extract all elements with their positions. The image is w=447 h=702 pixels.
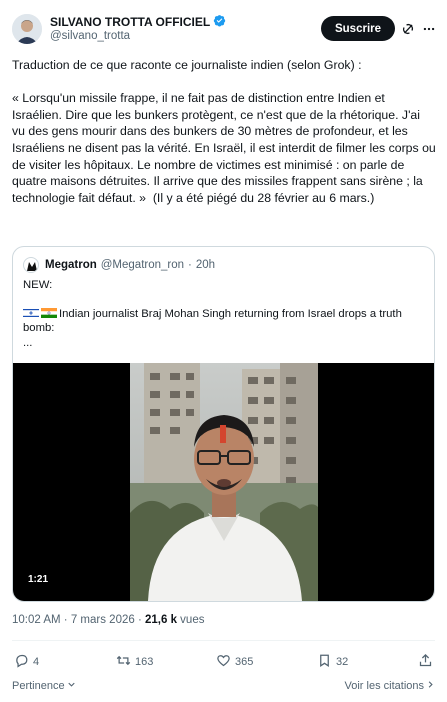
- reply-button[interactable]: 4: [14, 653, 39, 671]
- view-quotes-label: Voir les citations: [344, 680, 424, 692]
- follow-button[interactable]: Suscrire: [321, 16, 395, 41]
- like-button[interactable]: 365: [216, 653, 253, 671]
- israel-flag-icon: [23, 307, 39, 318]
- quoted-tweet-header: Megatron @Megatron_ron · 20h: [23, 257, 215, 273]
- divider: [12, 640, 435, 641]
- author-display-name[interactable]: SILVANO TROTTA OFFICIEL: [50, 15, 210, 29]
- quoted-time[interactable]: 20h: [196, 259, 215, 271]
- views-count: 21,6 k: [145, 614, 177, 626]
- tweet-header: SILVANO TROTTA OFFICIEL @silvano_trotta …: [12, 12, 435, 48]
- chevron-down-icon: [66, 679, 77, 693]
- grok-icon[interactable]: [401, 22, 415, 36]
- meta-dot: ·: [60, 614, 71, 626]
- action-bar: 4 163 365 32: [12, 653, 436, 671]
- meta-dot-2: ·: [134, 614, 145, 626]
- sort-dropdown[interactable]: Pertinence: [12, 679, 77, 693]
- tweet-date[interactable]: 7 mars 2026: [71, 614, 135, 626]
- bookmark-count: 32: [336, 656, 349, 668]
- repost-button[interactable]: 163: [116, 653, 153, 671]
- author-handle[interactable]: @silvano_trotta: [50, 30, 130, 42]
- author-avatar[interactable]: [12, 14, 42, 44]
- tweet-text: Traduction de ce que raconte ce journali…: [12, 58, 436, 205]
- meta-separator: ·: [188, 259, 192, 271]
- share-button[interactable]: [418, 653, 433, 671]
- video-player[interactable]: 1:21: [13, 363, 434, 601]
- share-icon: [418, 653, 433, 671]
- quoted-author-name[interactable]: Megatron: [45, 259, 97, 271]
- chevron-right-icon: [425, 679, 436, 693]
- author-name-line[interactable]: SILVANO TROTTA OFFICIEL: [50, 14, 226, 30]
- quoted-line-new: NEW:: [23, 279, 53, 291]
- bookmark-icon: [317, 653, 332, 671]
- sort-label: Pertinence: [12, 680, 65, 692]
- quoted-line-headline: Indian journalist Braj Mohan Singh retur…: [23, 307, 405, 335]
- bookmark-button[interactable]: 32: [317, 653, 348, 671]
- video-duration: 1:21: [23, 572, 54, 587]
- tweet-timestamp: 10:02 AM · 7 mars 2026 · 21,6 k vues: [12, 614, 204, 626]
- india-flag-icon: [41, 307, 57, 318]
- reply-count: 4: [33, 656, 40, 668]
- more-icon[interactable]: [422, 22, 436, 36]
- quoted-tweet[interactable]: Megatron @Megatron_ron · 20h NEW: Indian…: [12, 246, 435, 602]
- quoted-author-handle[interactable]: @Megatron_ron: [101, 259, 184, 271]
- reply-icon: [14, 653, 29, 671]
- like-count: 365: [235, 656, 254, 668]
- repost-icon: [116, 653, 131, 671]
- quoted-line-ellipsis: ...: [23, 336, 33, 349]
- view-quotes-link[interactable]: Voir les citations: [345, 679, 436, 693]
- tweet-time[interactable]: 10:02 AM: [12, 614, 61, 626]
- video-thumbnail: [130, 363, 318, 601]
- quoted-author-avatar[interactable]: [23, 257, 39, 273]
- quoted-text: NEW: Indian journalist Braj Mohan Singh …: [23, 278, 423, 350]
- repost-count: 163: [135, 656, 154, 668]
- views-label: vues: [176, 614, 205, 626]
- heart-icon: [216, 653, 231, 671]
- verified-badge-icon: [213, 14, 226, 30]
